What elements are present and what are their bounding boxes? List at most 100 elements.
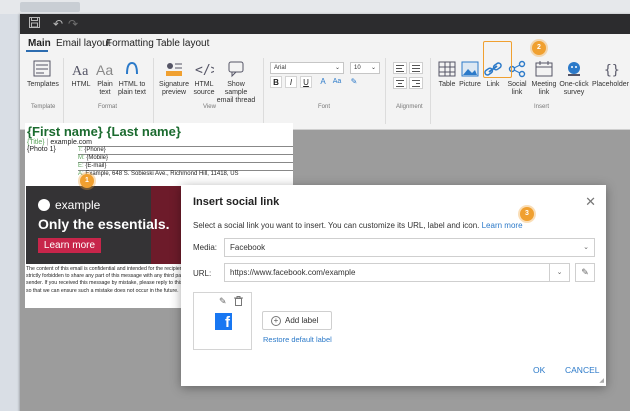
insert-survey-button[interactable]: One-click survey — [557, 60, 591, 97]
plain-text-label: Plain text — [97, 81, 113, 96]
font-family-value: Arial — [274, 65, 287, 71]
banner-logo: example — [38, 198, 100, 212]
signature-preview-icon — [166, 63, 182, 76]
url-input[interactable]: https://www.facebook.com/example — [224, 263, 550, 282]
font-family-select[interactable]: Arial ⌄ — [270, 62, 344, 74]
resize-handle-icon[interactable]: ◢ — [599, 377, 604, 384]
media-label: Media: — [193, 243, 218, 252]
signature-banner[interactable]: example Only the essentials. Learn more — [26, 186, 181, 264]
contact-row-email: E: {E-mail} — [78, 162, 293, 169]
code-icon: </> — [195, 63, 214, 78]
plain-text-button[interactable]: Aa Plain text — [94, 60, 116, 97]
align-right-button[interactable] — [409, 77, 423, 89]
disclaimer-line: strictly forbidden to share any part of … — [26, 273, 181, 280]
text-color-button[interactable]: A — [317, 76, 329, 88]
facebook-icon: f — [215, 313, 232, 331]
html-button[interactable]: Aa HTML — [68, 60, 94, 89]
align-left-button[interactable] — [393, 62, 407, 74]
tab-table-layout[interactable]: Table layout — [156, 38, 209, 49]
html-to-plain-label-2: plain text — [117, 89, 147, 96]
url-dropdown-button[interactable]: ⌄ — [550, 263, 570, 282]
insert-placeholder-button[interactable]: {} Placeholder — [591, 60, 630, 89]
font-size-value: 10 — [354, 65, 361, 71]
undo-icon[interactable]: ↶ — [53, 17, 63, 31]
ribbon-separator — [263, 58, 264, 124]
dialog-title: Insert social link — [193, 196, 280, 208]
signature-disclaimer: The content of this email is confidentia… — [26, 266, 181, 295]
insert-social-link-dialog: Insert social link ✕ Select a social lin… — [181, 185, 606, 386]
survey-label-2: survey — [563, 89, 585, 96]
underline-button[interactable]: U — [300, 76, 312, 88]
signature-preview-label-1: Signature — [159, 81, 189, 88]
html-label: HTML — [71, 81, 91, 88]
templates-icon — [33, 60, 51, 77]
contact-row-phone: T: {Phone} — [78, 146, 293, 153]
calendar-icon — [535, 61, 553, 77]
chevron-down-icon: ⌄ — [583, 244, 589, 251]
html-source-label-1: HTML — [194, 81, 214, 88]
svg-text:Aa: Aa — [72, 64, 89, 78]
insert-picture-button[interactable]: Picture — [458, 60, 482, 89]
dialog-description: Select a social link you want to insert.… — [193, 221, 523, 230]
media-select[interactable]: Facebook ⌄ — [224, 238, 595, 257]
show-sample-thread-button[interactable]: Show sample email thread — [215, 60, 257, 105]
group-label-insert: Insert — [534, 104, 550, 110]
url-edit-button[interactable]: ✎ — [575, 263, 595, 282]
edit-icon-pencil[interactable]: ✎ — [219, 296, 227, 307]
meeting-link-label-1: Meeting — [531, 81, 557, 88]
change-case-button[interactable]: Aa — [331, 76, 343, 88]
insert-table-button[interactable]: Table — [436, 60, 458, 89]
tab-main[interactable]: Main — [28, 38, 51, 49]
html-to-plain-button[interactable]: HTML to plain text — [116, 60, 148, 97]
tab-formatting[interactable]: Formatting — [106, 38, 154, 49]
italic-button[interactable]: I — [285, 76, 297, 88]
bold-button[interactable]: B — [270, 76, 282, 88]
html-format-icon: Aa — [72, 64, 89, 78]
align-justify-button[interactable] — [409, 62, 423, 74]
learn-more-link[interactable]: Learn more — [482, 221, 523, 230]
chevron-down-icon: ⌄ — [556, 269, 563, 276]
signature-preview-button[interactable]: Signature preview — [157, 60, 191, 97]
html-source-button[interactable]: </> HTML source — [191, 60, 217, 97]
show-sample-label-2: email thread — [216, 97, 256, 104]
close-icon[interactable]: ✕ — [585, 194, 596, 210]
ribbon-separator — [430, 58, 431, 124]
plus-icon: + — [271, 316, 281, 326]
url-label: URL: — [193, 269, 212, 278]
group-label-format: Format — [98, 104, 118, 110]
align-center-button[interactable] — [393, 77, 407, 89]
signature-domain: example.com — [50, 139, 93, 146]
media-value: Facebook — [230, 243, 266, 252]
background-tab — [20, 2, 80, 12]
save-icon[interactable] — [29, 17, 40, 31]
font-size-select[interactable]: 10 ⌄ — [350, 62, 380, 74]
delete-icon[interactable] — [234, 296, 243, 306]
ribbon-separator — [63, 58, 64, 124]
ok-button[interactable]: OK — [533, 365, 545, 375]
picture-icon — [461, 61, 479, 77]
logo-icon — [38, 199, 50, 211]
ribbon-separator — [153, 58, 154, 124]
signature-title-line: {Title} | example.com — [27, 139, 93, 146]
tab-email-layout[interactable]: Email layout — [56, 38, 110, 49]
svg-text:</>: </> — [195, 63, 214, 78]
placeholder-label: Placeholder — [592, 81, 629, 88]
convert-icon — [126, 61, 138, 75]
add-label-button[interactable]: + Add label — [262, 311, 332, 330]
restore-default-label-link[interactable]: Restore default label — [263, 335, 332, 344]
templates-button[interactable]: Templates — [27, 60, 59, 89]
highlight-button[interactable]: ✎ — [348, 76, 360, 88]
insert-meeting-link-button[interactable]: Meeting link — [531, 60, 557, 97]
disclaimer-line: The content of this email is confidentia… — [26, 266, 181, 272]
plain-text-icon: Aa — [96, 62, 113, 78]
group-label-alignment: Alignment — [396, 104, 423, 110]
cancel-button[interactable]: CANCEL — [565, 365, 599, 375]
meeting-link-label-2: link — [538, 89, 550, 96]
redo-icon[interactable]: ↷ — [68, 17, 78, 31]
disclaimer-line: sender. If you received this message by … — [26, 280, 181, 287]
contact-row-address: A: Example, 648 S. Sobieski Ave., Richmo… — [78, 170, 293, 177]
banner-learn-more[interactable]: Learn more — [38, 238, 101, 253]
social-link-label-2: link — [511, 89, 523, 96]
step-callout-1: 1 — [80, 174, 94, 188]
survey-label-1: One-click — [559, 81, 589, 88]
